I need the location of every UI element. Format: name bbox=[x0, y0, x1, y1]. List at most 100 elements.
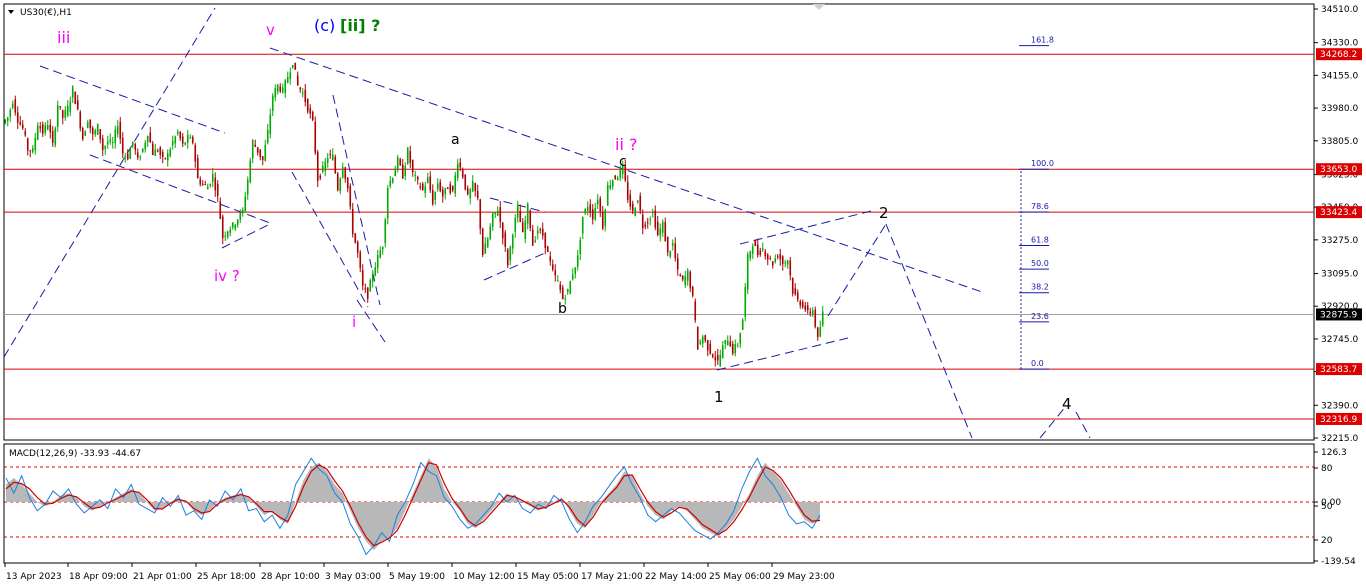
candle-body bbox=[274, 88, 277, 98]
candle-body bbox=[741, 319, 744, 330]
candle-body bbox=[464, 174, 467, 190]
candle-body bbox=[499, 207, 502, 223]
candle-body bbox=[359, 252, 362, 268]
symbol-label[interactable]: US30(€),H1 bbox=[20, 8, 72, 18]
candle-body bbox=[259, 149, 262, 158]
candle-body bbox=[14, 99, 17, 113]
candle-body bbox=[116, 126, 119, 134]
candle-body bbox=[666, 236, 669, 253]
candle-body bbox=[544, 232, 547, 249]
candle-body bbox=[721, 345, 724, 359]
candle-body bbox=[294, 62, 297, 70]
candle-body bbox=[241, 209, 244, 212]
candle-body bbox=[804, 305, 807, 310]
candle-body bbox=[151, 143, 154, 156]
candle-body bbox=[339, 178, 342, 192]
candle-body bbox=[114, 129, 117, 144]
fib-level-label: 50.0 bbox=[1031, 259, 1049, 268]
candle-body bbox=[466, 188, 469, 195]
candle-body bbox=[91, 128, 94, 135]
candle-body bbox=[244, 196, 247, 212]
candle-body bbox=[221, 216, 224, 239]
candle-body bbox=[549, 256, 552, 262]
candle-body bbox=[744, 287, 747, 317]
candle-body bbox=[251, 140, 254, 159]
candle-body bbox=[284, 80, 287, 94]
wave-label: i bbox=[352, 313, 356, 331]
candle-body bbox=[524, 220, 527, 239]
candle-body bbox=[129, 148, 132, 159]
candle-body bbox=[21, 124, 24, 129]
candle-body bbox=[536, 230, 539, 234]
candle-body bbox=[609, 185, 612, 189]
candle-body bbox=[779, 254, 782, 260]
price-axis-label: 32215.0 bbox=[1321, 434, 1358, 444]
candle-body bbox=[406, 147, 409, 164]
candle-body bbox=[529, 210, 532, 228]
candle-body bbox=[789, 260, 792, 276]
candle-body bbox=[766, 254, 769, 260]
candle-body bbox=[599, 198, 602, 212]
wave-label: iii bbox=[57, 28, 70, 47]
candle-body bbox=[411, 160, 414, 173]
candle-body bbox=[121, 137, 124, 154]
candle-body bbox=[426, 177, 429, 183]
candle-body bbox=[646, 222, 649, 224]
candle-body bbox=[19, 122, 22, 125]
candle-body bbox=[434, 191, 437, 201]
candle-body bbox=[651, 211, 654, 213]
candle-body bbox=[601, 211, 604, 229]
candle-body bbox=[636, 200, 639, 203]
candle-body bbox=[236, 219, 239, 225]
time-axis-label: 18 Apr 09:00 bbox=[69, 572, 128, 582]
candle-body bbox=[9, 109, 12, 117]
candle-body bbox=[414, 174, 417, 176]
candle-body bbox=[506, 249, 509, 266]
candle-body bbox=[579, 240, 582, 255]
candle-body bbox=[491, 213, 494, 227]
candle-body bbox=[674, 243, 677, 259]
candle-body bbox=[569, 281, 572, 294]
candle-body bbox=[254, 144, 257, 147]
candle-body bbox=[51, 131, 54, 143]
candle-body bbox=[521, 222, 524, 232]
candle-body bbox=[69, 101, 72, 112]
candle-body bbox=[96, 123, 99, 135]
candle-body bbox=[534, 240, 537, 242]
candle-body bbox=[484, 243, 487, 254]
price-axis-label: 32745.0 bbox=[1321, 335, 1358, 345]
candle-body bbox=[154, 149, 157, 156]
candle-body bbox=[216, 183, 219, 196]
candle-body bbox=[71, 86, 74, 98]
candle-body bbox=[374, 267, 377, 276]
trading-chart[interactable]: 0.0 23.6 38.2 50.0 61.8 78.6 100.0 161.8 34510.… bbox=[0, 0, 1366, 588]
candle-body bbox=[509, 246, 512, 261]
candle-body bbox=[459, 162, 462, 168]
candle-body bbox=[451, 186, 454, 191]
candle-body bbox=[261, 156, 264, 161]
candle-body bbox=[204, 184, 207, 186]
candle-body bbox=[386, 187, 389, 219]
macd-axis-label: 20 bbox=[1321, 536, 1333, 546]
candle-body bbox=[821, 311, 824, 326]
candle-body bbox=[226, 231, 229, 237]
candle-body bbox=[376, 255, 379, 268]
candle-body bbox=[61, 110, 64, 118]
candle-body bbox=[94, 130, 97, 135]
candle-body bbox=[159, 147, 162, 155]
candle-body bbox=[281, 87, 284, 93]
candle-body bbox=[496, 210, 499, 216]
candle-body bbox=[264, 144, 267, 161]
candle-body bbox=[669, 251, 672, 257]
candle-body bbox=[299, 87, 302, 90]
candle-body bbox=[546, 246, 549, 252]
candle-body bbox=[574, 267, 577, 275]
candle-body bbox=[589, 204, 592, 213]
candle-body bbox=[136, 152, 139, 158]
candle-body bbox=[29, 150, 32, 152]
candle-body bbox=[801, 301, 804, 308]
time-axis-label: 28 Apr 10:00 bbox=[261, 572, 320, 582]
price-tag-label: 33423.4 bbox=[1320, 208, 1357, 218]
candle-body bbox=[234, 224, 237, 229]
candle-body bbox=[214, 177, 217, 191]
